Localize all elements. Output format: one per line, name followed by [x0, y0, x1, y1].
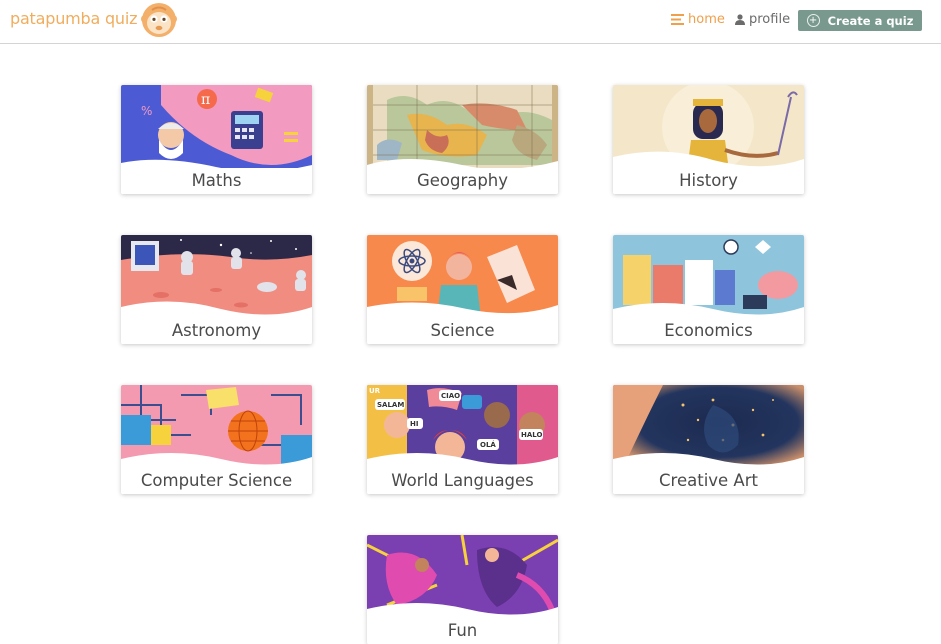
- category-card-maths[interactable]: π % Maths: [121, 85, 312, 194]
- list-icon: [671, 14, 684, 25]
- word-ur: UR: [369, 387, 381, 395]
- word-hi: HI: [410, 420, 418, 428]
- category-card-astronomy[interactable]: Astronomy: [121, 235, 312, 344]
- category-label: Science: [430, 321, 495, 340]
- category-label: Creative Art: [659, 471, 758, 490]
- top-bar: patapumba quiz home profile + Create a q…: [0, 0, 941, 44]
- category-label: Computer Science: [140, 471, 293, 490]
- category-card-history[interactable]: History: [613, 85, 804, 194]
- category-label: Economics: [664, 321, 753, 340]
- category-card-fun[interactable]: Fun: [367, 535, 558, 644]
- monkey-face-icon[interactable]: [141, 2, 177, 38]
- word-ola: OLÁ: [480, 440, 496, 449]
- svg-text:%: %: [141, 104, 152, 118]
- word-salam: SALAM: [377, 401, 404, 409]
- category-label: Astronomy: [171, 321, 262, 340]
- word-ciao: CIAO: [441, 392, 460, 400]
- nav-profile-link[interactable]: profile: [735, 12, 790, 27]
- category-label: Geography: [416, 171, 509, 190]
- category-label: Fun: [447, 621, 478, 640]
- nav-profile-label: profile: [749, 12, 791, 27]
- category-card-economics[interactable]: Economics: [613, 235, 804, 344]
- category-card-geography[interactable]: Geography: [367, 85, 558, 194]
- category-label: History: [679, 171, 738, 190]
- category-card-world-languages[interactable]: SALAM HI CIAO OLÁ HALO UR World Language…: [367, 385, 558, 494]
- user-icon: [735, 14, 745, 25]
- svg-text:π: π: [201, 92, 210, 108]
- word-halo: HALO: [521, 431, 542, 439]
- plus-circle-icon: +: [806, 14, 820, 27]
- category-label: Maths: [191, 171, 242, 190]
- nav-home-label: home: [688, 12, 725, 27]
- category-label: World Languages: [391, 471, 534, 490]
- category-card-computer-science[interactable]: Computer Science: [121, 385, 312, 494]
- nav-home-link[interactable]: home: [671, 12, 725, 27]
- create-quiz-label: Create a quiz: [827, 13, 914, 28]
- brand-name[interactable]: patapumba quiz: [10, 9, 138, 28]
- category-card-creative-art[interactable]: Creative Art: [613, 385, 804, 494]
- category-card-science[interactable]: Science: [367, 235, 558, 344]
- create-quiz-button[interactable]: + Create a quiz: [798, 10, 922, 31]
